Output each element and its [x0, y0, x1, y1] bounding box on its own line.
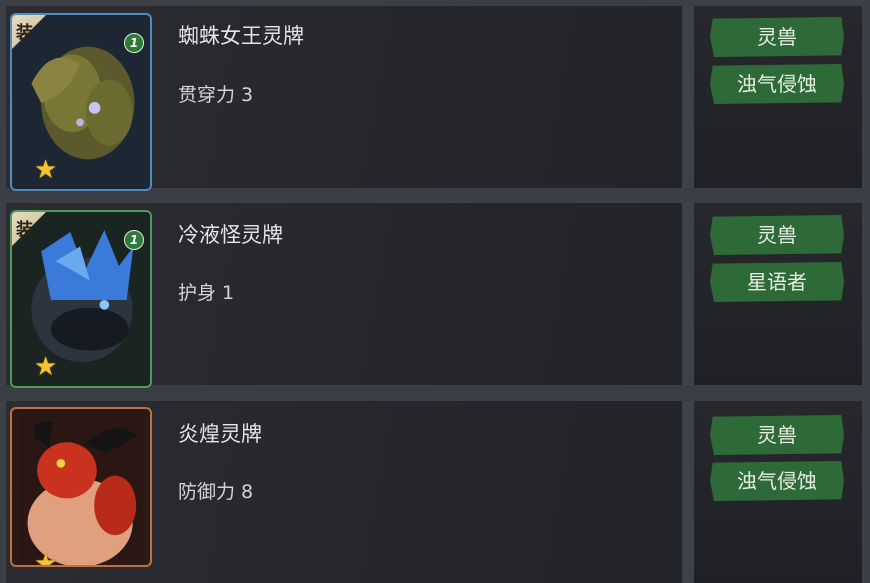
flame-demon-art	[18, 409, 144, 565]
tag-lingshou[interactable]: 灵兽	[710, 415, 844, 455]
card-title: 炎煌灵牌	[178, 422, 262, 446]
equip-badge-text: 装	[16, 220, 33, 240]
divider	[682, 6, 694, 188]
card-stat: 贯穿力 3	[178, 84, 254, 106]
card-portrait[interactable]: ★	[10, 407, 152, 567]
divider	[682, 203, 694, 385]
tag-lingshou[interactable]: 灵兽	[710, 17, 844, 57]
card-title: 冷液怪灵牌	[178, 223, 283, 247]
card-stat: 护身 1	[178, 282, 235, 304]
card-portrait[interactable]: 装 1 ★	[10, 13, 152, 191]
card-stat: 防御力 8	[178, 481, 254, 503]
star-icon: ★	[34, 549, 58, 567]
card-title: 蜘蛛女王灵牌	[178, 24, 304, 48]
tag-lingshou[interactable]: 灵兽	[710, 215, 844, 255]
star-icon: ★	[34, 155, 58, 185]
star-icon: ★	[34, 352, 58, 382]
equip-badge-text: 装	[16, 23, 33, 43]
card-portrait[interactable]: 装 1 ★	[10, 210, 152, 388]
level-badge: 1	[124, 33, 144, 53]
level-badge: 1	[124, 230, 144, 250]
tag-zhuoqi[interactable]: 浊气侵蚀	[710, 64, 844, 104]
divider	[682, 401, 694, 583]
tag-xingyuzhe[interactable]: 星语者	[710, 262, 844, 302]
tag-zhuoqi[interactable]: 浊气侵蚀	[710, 461, 844, 501]
